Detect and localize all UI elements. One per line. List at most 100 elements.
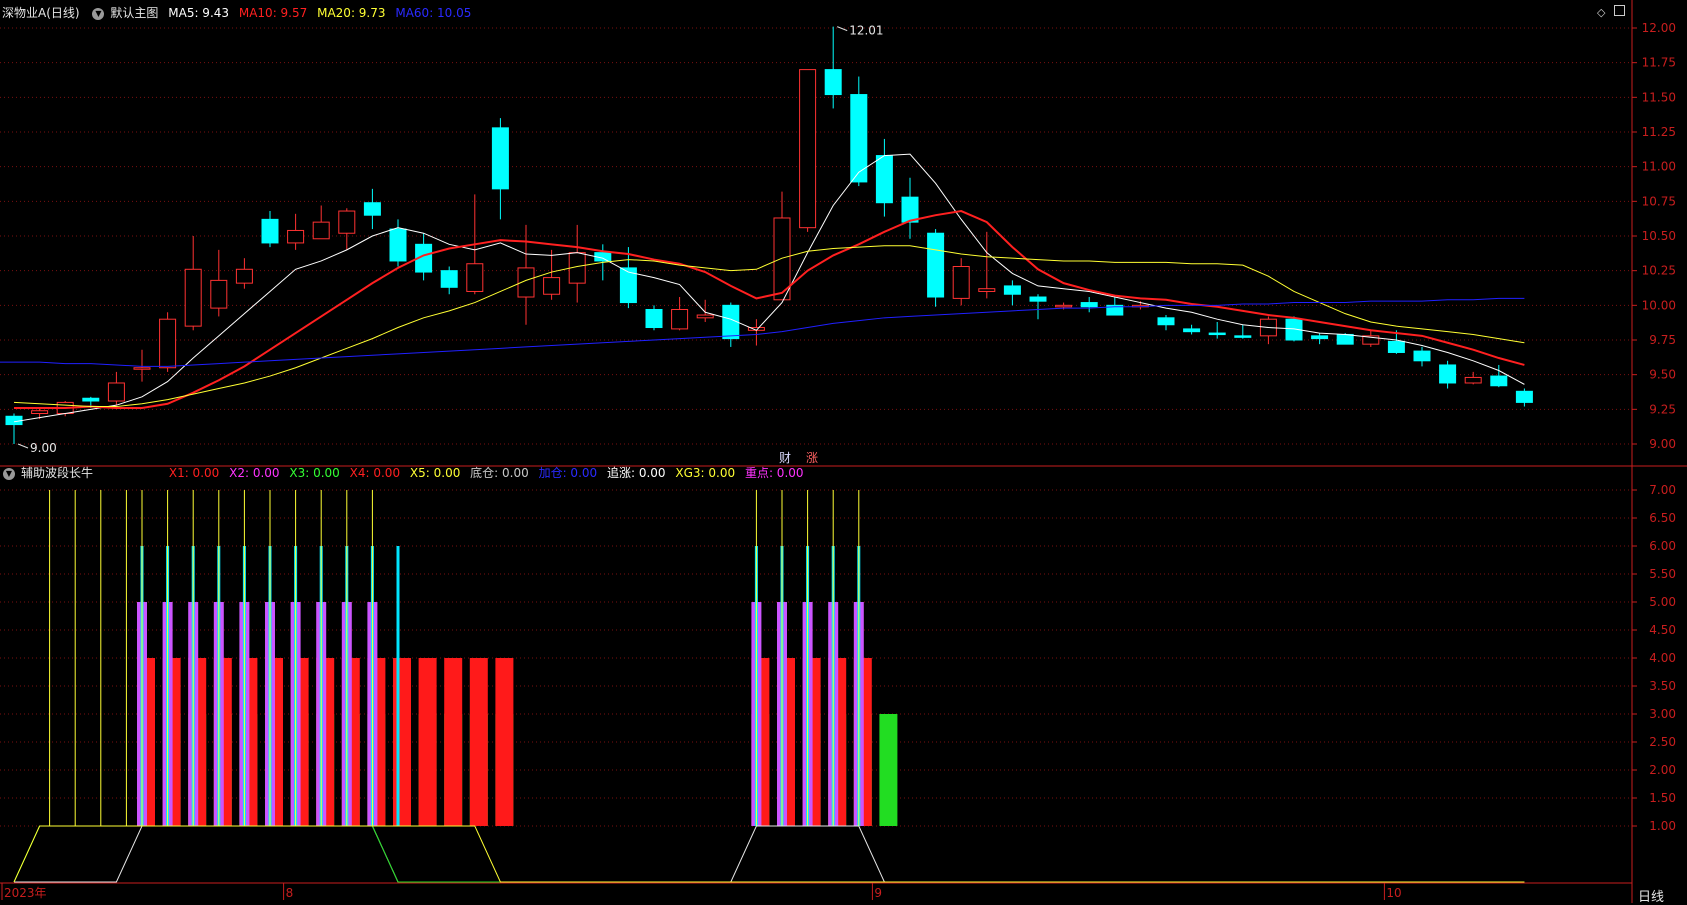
candle-body bbox=[107, 382, 125, 402]
candle-body bbox=[1183, 328, 1201, 333]
main-chart-header: 深物业A(日线) ▼ 默认主图 MA5: 9.43 MA10: 9.57 MA20… bbox=[0, 3, 477, 23]
x5-value: X5: 0.00 bbox=[409, 466, 461, 480]
window-toggle-icon[interactable] bbox=[1614, 5, 1625, 16]
candle-body bbox=[1490, 375, 1508, 387]
y-tick-label: 6.50 bbox=[1649, 511, 1676, 525]
candle-body bbox=[159, 318, 177, 369]
candle-body bbox=[440, 270, 458, 288]
xg3-value: XG3: 0.00 bbox=[675, 466, 736, 480]
chart-mode[interactable]: 默认主图 bbox=[110, 6, 158, 20]
y-tick-label: 12.00 bbox=[1642, 21, 1676, 35]
candle-body bbox=[1080, 302, 1098, 308]
x-tick-label: 10 bbox=[1386, 886, 1401, 900]
candle-body bbox=[1439, 364, 1457, 384]
x4-value: X4: 0.00 bbox=[349, 466, 401, 480]
jiacang-value: 加仓: 0.00 bbox=[538, 466, 598, 480]
candle-body bbox=[901, 196, 919, 223]
y-tick-label: 4.00 bbox=[1649, 651, 1676, 665]
y-tick-label: 5.00 bbox=[1649, 595, 1676, 609]
red-bar bbox=[495, 658, 514, 826]
candle-body bbox=[338, 210, 356, 234]
y-tick-label: 6.00 bbox=[1649, 539, 1676, 553]
y-tick-label: 11.75 bbox=[1642, 56, 1676, 70]
candle-body bbox=[1055, 304, 1073, 308]
candle-body bbox=[491, 127, 509, 190]
stock-name[interactable]: 深物业A(日线) bbox=[2, 6, 80, 20]
candle-body bbox=[952, 266, 970, 299]
price-annotation: 12.01 bbox=[849, 24, 883, 38]
x1-value: X1: 0.00 bbox=[168, 466, 220, 480]
collapse-circle-icon[interactable]: ▼ bbox=[3, 467, 15, 480]
y-tick-label: 1.50 bbox=[1649, 791, 1676, 805]
candle-body bbox=[875, 155, 893, 204]
zhongdian-value: 重点: 0.00 bbox=[744, 466, 804, 480]
y-tick-label: 10.75 bbox=[1642, 194, 1676, 208]
candle-body bbox=[645, 308, 663, 329]
x-tick-label: 2023年 bbox=[4, 886, 47, 900]
y-tick-label: 10.50 bbox=[1642, 229, 1676, 243]
finance-marker[interactable]: 财 bbox=[779, 449, 791, 466]
candle-body bbox=[543, 277, 561, 295]
candle-body bbox=[1387, 340, 1405, 353]
y-tick-label: 2.00 bbox=[1649, 763, 1676, 777]
zhuizhang-value: 追涨: 0.00 bbox=[606, 466, 666, 480]
y-tick-label: 9.50 bbox=[1649, 368, 1676, 382]
x3-value: X3: 0.00 bbox=[289, 466, 340, 480]
y-tick-label: 7.00 bbox=[1649, 483, 1676, 497]
red-bar bbox=[418, 658, 437, 826]
collapse-circle-icon[interactable]: ▼ bbox=[92, 7, 105, 20]
candle-body bbox=[287, 229, 305, 244]
y-tick-label: 11.00 bbox=[1642, 160, 1676, 174]
ma10-value: MA10: 9.57 bbox=[238, 6, 308, 20]
ma5-value: MA5: 9.43 bbox=[168, 6, 230, 20]
x2-value: X2: 0.00 bbox=[229, 466, 280, 480]
y-tick-label: 3.00 bbox=[1649, 707, 1676, 721]
candle-body bbox=[1157, 317, 1175, 326]
price-annotation: 9.00 bbox=[30, 441, 57, 455]
y-tick-label: 9.25 bbox=[1649, 402, 1676, 416]
limit-up-marker[interactable]: 涨 bbox=[806, 449, 818, 466]
y-tick-label: 3.50 bbox=[1649, 679, 1676, 693]
candle-body bbox=[1208, 332, 1226, 336]
y-tick-label: 9.75 bbox=[1649, 333, 1676, 347]
candle-body bbox=[1464, 376, 1482, 384]
candle-body bbox=[799, 69, 817, 229]
candle-body bbox=[261, 218, 279, 244]
y-tick-label: 10.25 bbox=[1642, 264, 1676, 278]
y-tick-label: 11.25 bbox=[1642, 125, 1676, 139]
candle-body bbox=[363, 202, 381, 216]
candle-body bbox=[978, 288, 996, 292]
red-bar bbox=[393, 658, 411, 826]
candle-body bbox=[696, 314, 714, 319]
y-tick-label: 11.50 bbox=[1642, 90, 1676, 104]
dicang-value: 底仓: 0.00 bbox=[470, 466, 529, 480]
y-tick-label: 5.50 bbox=[1649, 567, 1676, 581]
period-label[interactable]: 日线 bbox=[1638, 886, 1664, 905]
red-bar bbox=[469, 658, 488, 826]
candle-body bbox=[235, 268, 253, 284]
y-tick-label: 1.00 bbox=[1649, 819, 1676, 833]
candle-body bbox=[82, 397, 100, 402]
candle-body bbox=[1311, 335, 1329, 340]
candle-body bbox=[1413, 350, 1431, 362]
candle-body bbox=[1029, 296, 1047, 302]
y-tick-label: 4.50 bbox=[1649, 623, 1676, 637]
y-tick-label: 10.00 bbox=[1642, 298, 1676, 312]
sub-chart-header: ▼ 辅助波段长牛 X1: 0.00 X2: 0.00 X3: 0.00 X4: 0… bbox=[0, 463, 810, 483]
candle-body bbox=[466, 263, 484, 292]
indicator-name[interactable]: 辅助波段长牛 bbox=[21, 466, 93, 480]
x-tick-label: 9 bbox=[874, 886, 882, 900]
diamond-icon[interactable]: ◇ bbox=[1597, 6, 1605, 19]
candle-body bbox=[671, 308, 689, 330]
candle-body bbox=[1336, 333, 1354, 345]
candle-body bbox=[31, 410, 49, 414]
y-tick-label: 9.00 bbox=[1649, 437, 1676, 451]
candle-body bbox=[133, 367, 151, 370]
candle-body bbox=[927, 232, 945, 298]
chart-canvas[interactable]: 9.00 9.25 9.50 9.75 10.00 10.25 10.50 10.75 11.0… bbox=[0, 0, 1687, 903]
candle-body bbox=[1515, 390, 1533, 403]
ma20-value: MA20: 9.73 bbox=[317, 6, 386, 20]
x-tick-label: 8 bbox=[286, 886, 294, 900]
green-bar bbox=[879, 714, 898, 826]
candle-body bbox=[1234, 335, 1252, 338]
